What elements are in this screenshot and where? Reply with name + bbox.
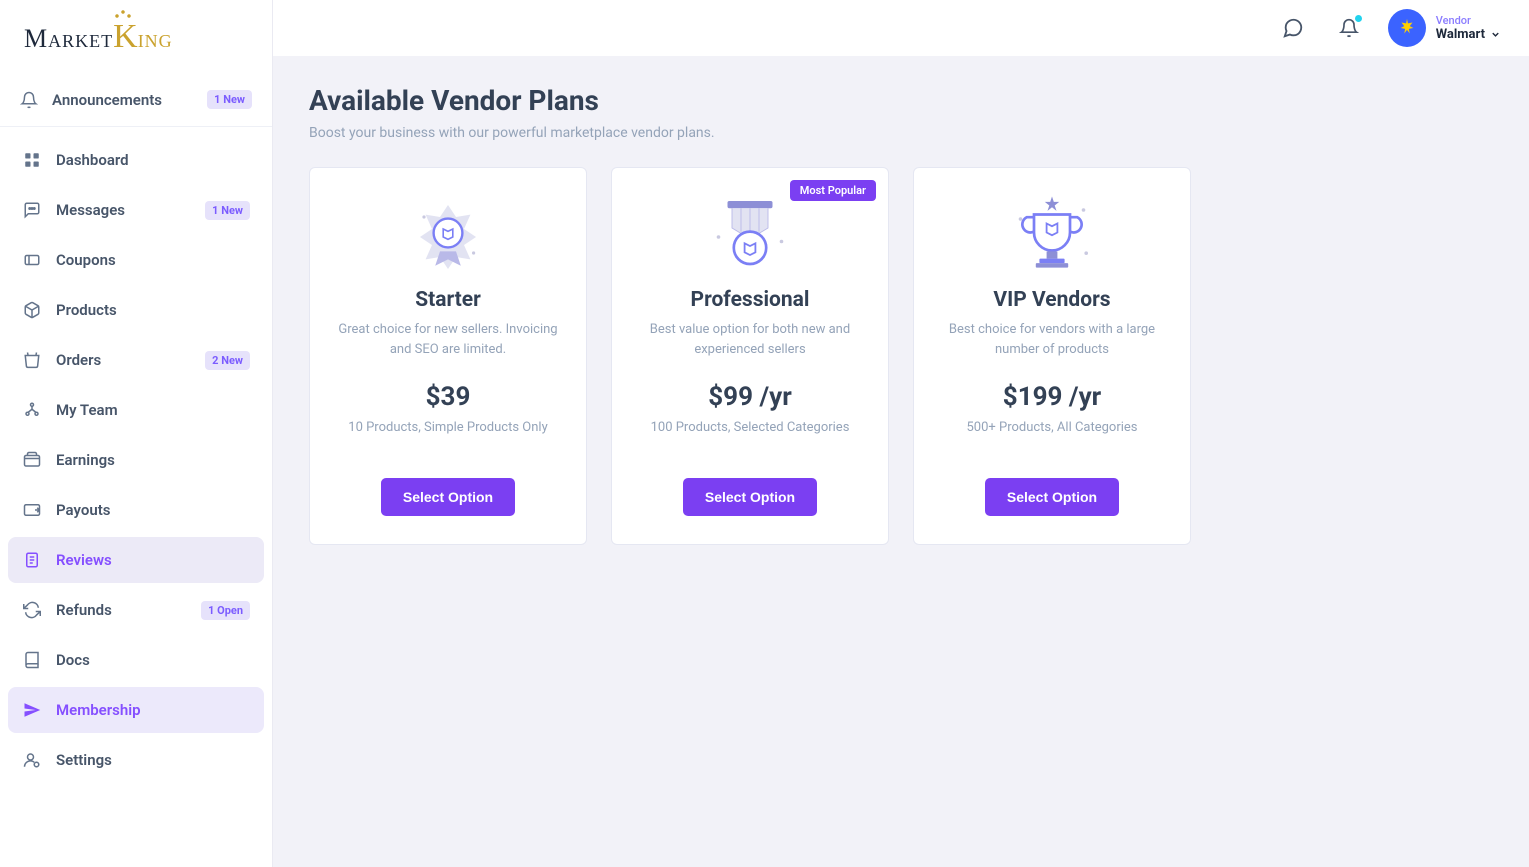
sidebar: MarketKing Announcements 1 New Dashboard [0, 0, 273, 867]
user-gear-icon [22, 750, 42, 770]
sidebar-item-membership[interactable]: Membership [8, 687, 264, 733]
sidebar-item-label: My Team [56, 401, 250, 419]
notifications-button[interactable] [1332, 11, 1366, 45]
chevron-down-icon [1490, 29, 1501, 40]
chat-icon [22, 200, 42, 220]
plan-name: Professional [634, 288, 866, 312]
chat-button[interactable] [1276, 11, 1310, 45]
trophy-icon [936, 192, 1168, 282]
avatar [1388, 9, 1426, 47]
sidebar-item-earnings[interactable]: Earnings [8, 437, 264, 483]
sidebar-item-label: Messages [56, 201, 191, 219]
logo[interactable]: MarketKing [0, 0, 272, 73]
medal-icon [634, 192, 866, 282]
plan-card-professional: Most Popular [611, 167, 889, 545]
sidebar-item-reviews[interactable]: Reviews [8, 537, 264, 583]
bag-icon [22, 350, 42, 370]
grid-icon [22, 150, 42, 170]
select-option-button[interactable]: Select Option [985, 478, 1119, 516]
sidebar-item-orders[interactable]: Orders 2 New [8, 337, 264, 383]
content: Available Vendor Plans Boost your busine… [273, 56, 1529, 867]
sidebar-item-label: Membership [56, 701, 250, 719]
send-icon [22, 700, 42, 720]
sidebar-item-announcements[interactable]: Announcements 1 New [0, 73, 272, 127]
refunds-badge: 1 Open [201, 601, 250, 620]
sidebar-item-label: Dashboard [56, 151, 250, 169]
user-role: Vendor [1436, 14, 1501, 27]
main: Vendor Walmart Available Vendor Plans Bo… [273, 0, 1529, 867]
plans-row: Starter Great choice for new sellers. In… [309, 167, 1493, 545]
bell-icon [20, 91, 38, 109]
sidebar-item-refunds[interactable]: Refunds 1 Open [8, 587, 264, 633]
logo-part2: K [113, 18, 138, 56]
nav: Dashboard Messages 1 New Coupons Pro [0, 127, 272, 867]
plan-card-starter: Starter Great choice for new sellers. In… [309, 167, 587, 545]
sidebar-item-label: Payouts [56, 501, 250, 519]
plan-desc: Best value option for both new and exper… [634, 320, 866, 362]
messages-badge: 1 New [205, 201, 250, 220]
select-option-button[interactable]: Select Option [683, 478, 817, 516]
wallet-icon [22, 450, 42, 470]
clipboard-icon [22, 550, 42, 570]
user-menu[interactable]: Vendor Walmart [1388, 9, 1501, 47]
logo-part3: ing [138, 24, 173, 54]
sidebar-item-label: Refunds [56, 601, 187, 619]
sidebar-item-dashboard[interactable]: Dashboard [8, 137, 264, 183]
plan-desc: Best choice for vendors with a large num… [936, 320, 1168, 362]
plan-meta: 10 Products, Simple Products Only [332, 418, 564, 458]
team-icon [22, 400, 42, 420]
sidebar-item-products[interactable]: Products [8, 287, 264, 333]
sidebar-item-label: Earnings [56, 451, 250, 469]
announcements-badge: 1 New [207, 90, 252, 109]
sidebar-item-docs[interactable]: Docs [8, 637, 264, 683]
logo-part1: Market [24, 24, 113, 54]
sidebar-item-label: Docs [56, 651, 250, 669]
topbar: Vendor Walmart [273, 0, 1529, 56]
plan-desc: Great choice for new sellers. Invoicing … [332, 320, 564, 362]
ticket-icon [22, 250, 42, 270]
plan-price: $199 /yr [936, 382, 1168, 412]
notification-dot [1355, 15, 1362, 22]
book-icon [22, 650, 42, 670]
sidebar-item-messages[interactable]: Messages 1 New [8, 187, 264, 233]
page-title: Available Vendor Plans [309, 84, 1493, 117]
sidebar-item-settings[interactable]: Settings [8, 737, 264, 783]
refresh-icon [22, 600, 42, 620]
sidebar-item-label: Coupons [56, 251, 250, 269]
box-icon [22, 300, 42, 320]
plan-price: $99 /yr [634, 382, 866, 412]
announcements-label: Announcements [52, 91, 193, 109]
sidebar-item-label: Orders [56, 351, 191, 369]
plan-card-vip: VIP Vendors Best choice for vendors with… [913, 167, 1191, 545]
orders-badge: 2 New [205, 351, 250, 370]
sidebar-item-label: Reviews [56, 551, 250, 569]
select-option-button[interactable]: Select Option [381, 478, 515, 516]
plan-meta: 100 Products, Selected Categories [634, 418, 866, 458]
sidebar-item-my-team[interactable]: My Team [8, 387, 264, 433]
sidebar-item-label: Settings [56, 751, 250, 769]
user-name: Walmart [1436, 27, 1485, 43]
page-subtitle: Boost your business with our powerful ma… [309, 125, 1493, 141]
sidebar-item-coupons[interactable]: Coupons [8, 237, 264, 283]
sidebar-item-payouts[interactable]: Payouts [8, 487, 264, 533]
badge-ribbon-icon [332, 192, 564, 282]
plan-name: Starter [332, 288, 564, 312]
plan-price: $39 [332, 382, 564, 412]
most-popular-badge: Most Popular [790, 180, 876, 201]
sidebar-item-label: Products [56, 301, 250, 319]
plan-meta: 500+ Products, All Categories [936, 418, 1168, 458]
payout-icon [22, 500, 42, 520]
plan-name: VIP Vendors [936, 288, 1168, 312]
